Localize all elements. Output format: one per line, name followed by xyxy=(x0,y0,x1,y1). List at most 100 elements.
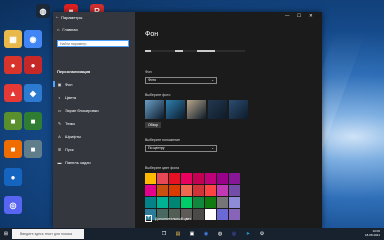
taskbar-clock[interactable]: 10:06 18.08.2021 xyxy=(365,229,380,237)
start-icon: ⊞ xyxy=(57,146,62,152)
sidebar-item-0[interactable]: ▣ Фон xyxy=(52,80,73,88)
color-swatch[interactable] xyxy=(217,185,228,196)
app-orange-icon[interactable]: ■ xyxy=(4,140,22,158)
add-custom-color-button[interactable]: + Дополнительный цвет xyxy=(145,215,191,222)
settings-search-input[interactable]: Найти параметр xyxy=(57,40,129,47)
sidebar-item-5[interactable]: ⊞ Пуск xyxy=(57,145,74,153)
sidebar-item-1[interactable]: ◐ Цвета xyxy=(57,93,76,101)
discord-icon[interactable]: ◎ xyxy=(230,230,238,238)
app-blue-icon[interactable]: ◆ xyxy=(24,84,42,102)
color-swatch[interactable] xyxy=(181,173,192,184)
add-color-label: Дополнительный цвет xyxy=(155,216,191,221)
color-swatch[interactable] xyxy=(205,197,216,208)
app-green-icon[interactable]: ■ xyxy=(24,112,42,130)
discord-icon[interactable]: ◎ xyxy=(4,196,22,214)
close-icon[interactable]: ✕ xyxy=(309,13,313,19)
color-swatch[interactable] xyxy=(229,173,240,184)
taskbar-search-input[interactable]: Введите здесь текст для поиска xyxy=(12,229,84,239)
fit-select-value: По центру xyxy=(148,146,165,150)
sidebar-item-label: Панель задач xyxy=(65,159,91,165)
fit-label: Выберите положение xyxy=(145,138,181,142)
color-swatch[interactable] xyxy=(217,197,228,208)
color-swatch[interactable] xyxy=(169,185,180,196)
app-red2-icon[interactable]: ● xyxy=(24,56,42,74)
color-swatch[interactable] xyxy=(229,197,240,208)
explorer-icon[interactable]: ▤ xyxy=(174,230,182,238)
wallpaper-thumbnail[interactable] xyxy=(187,100,206,119)
wallpaper-thumbnail[interactable] xyxy=(229,100,248,119)
color-swatch[interactable] xyxy=(217,209,228,220)
sidebar-item-4[interactable]: A Шрифты xyxy=(57,132,81,140)
color-swatch[interactable] xyxy=(145,185,156,196)
color-swatch[interactable] xyxy=(157,197,168,208)
steam-icon[interactable]: ◍ xyxy=(36,4,50,18)
color-swatch[interactable] xyxy=(181,197,192,208)
color-swatch[interactable] xyxy=(169,197,180,208)
steam-icon[interactable]: ◍ xyxy=(216,230,224,238)
color-swatch[interactable] xyxy=(193,185,204,196)
color-swatch[interactable] xyxy=(193,209,204,220)
chevron-down-icon: ⌄ xyxy=(211,78,214,82)
color-swatch[interactable] xyxy=(157,173,168,184)
color-swatch[interactable] xyxy=(145,173,156,184)
lock-screen-icon: ▭ xyxy=(57,107,62,113)
home-icon: ⌂ xyxy=(57,27,60,32)
sidebar-item-6[interactable]: ▬ Панель задач xyxy=(57,158,91,166)
task-view-icon[interactable]: ❐ xyxy=(160,230,168,238)
app-blue2-icon[interactable]: ● xyxy=(4,168,22,186)
sidebar-item-3[interactable]: ✎ Темы xyxy=(57,119,75,127)
color-swatch[interactable] xyxy=(205,209,216,220)
sidebar-item-label: Шрифты xyxy=(65,133,82,139)
image-icon: ▣ xyxy=(57,81,62,87)
color-swatch[interactable] xyxy=(145,197,156,208)
taskbar: ⊞ Введите здесь текст для поиска ❐ ▤ ▣ ◉ ◍ ◎ ➤… xyxy=(0,228,384,240)
wallpaper-thumbnail[interactable] xyxy=(208,100,227,119)
settings-icon[interactable]: ⚙ xyxy=(258,230,266,238)
app-red1-icon[interactable]: ● xyxy=(4,56,22,74)
folder-icon[interactable]: ▦ xyxy=(4,30,22,48)
color-swatch[interactable] xyxy=(205,173,216,184)
color-swatch[interactable] xyxy=(169,173,180,184)
wallpaper-thumbnail[interactable] xyxy=(145,100,164,119)
maximize-icon[interactable]: ☐ xyxy=(297,13,301,19)
settings-content: — ☐ ✕ Фон Фон Фото ⌄ Выберите фото Обзор… xyxy=(135,12,322,228)
color-swatch[interactable] xyxy=(217,173,228,184)
color-swatch[interactable] xyxy=(181,185,192,196)
palette-icon: ◐ xyxy=(58,94,61,100)
font-icon: A xyxy=(58,133,61,139)
brush-icon: ✎ xyxy=(57,120,62,126)
browse-button[interactable]: Обзор xyxy=(145,122,161,128)
store-icon[interactable]: ▣ xyxy=(188,230,196,238)
background-select[interactable]: Фото ⌄ xyxy=(145,77,217,84)
nav-home[interactable]: ⌂ Главная xyxy=(57,27,78,32)
minecraft-icon[interactable]: ■ xyxy=(4,112,22,130)
color-swatch[interactable] xyxy=(229,185,240,196)
color-swatch[interactable] xyxy=(193,173,204,184)
taskbar-icon: ▬ xyxy=(57,159,62,165)
chrome-icon[interactable]: ◉ xyxy=(202,230,210,238)
back-arrow-icon[interactable]: ← xyxy=(55,14,60,20)
page-title: Фон xyxy=(145,31,159,38)
sidebar-item-label: Фон xyxy=(65,81,73,87)
color-swatch[interactable] xyxy=(157,185,168,196)
minimize-icon[interactable]: — xyxy=(285,13,290,18)
app-red3-icon[interactable]: ▲ xyxy=(4,84,22,102)
background-preview-strip xyxy=(145,50,245,52)
settings-nav-pane: ← Параметры ⌂ Главная Найти параметр Пер… xyxy=(52,12,135,228)
fit-select[interactable]: По центру ⌄ xyxy=(145,145,217,152)
background-select-value: Фото xyxy=(148,78,157,82)
wallpaper-thumbnail[interactable] xyxy=(166,100,185,119)
sidebar-item-2[interactable]: ▭ Экран блокировки xyxy=(57,106,99,114)
telegram-icon[interactable]: ➤ xyxy=(244,230,252,238)
settings-window: ← Параметры ⌂ Главная Найти параметр Пер… xyxy=(52,12,322,228)
color-swatch[interactable] xyxy=(205,185,216,196)
chrome-icon[interactable]: ◉ xyxy=(24,30,42,48)
plus-icon: + xyxy=(145,215,152,222)
background-label: Фон xyxy=(145,70,152,74)
nav-section-heading: Персонализация xyxy=(57,69,91,74)
app-grey-icon[interactable]: ■ xyxy=(24,140,42,158)
color-swatch[interactable] xyxy=(193,197,204,208)
color-swatch[interactable] xyxy=(229,209,240,220)
sidebar-item-label: Пуск xyxy=(65,146,74,152)
windows-start-icon[interactable]: ⊞ xyxy=(2,230,10,238)
